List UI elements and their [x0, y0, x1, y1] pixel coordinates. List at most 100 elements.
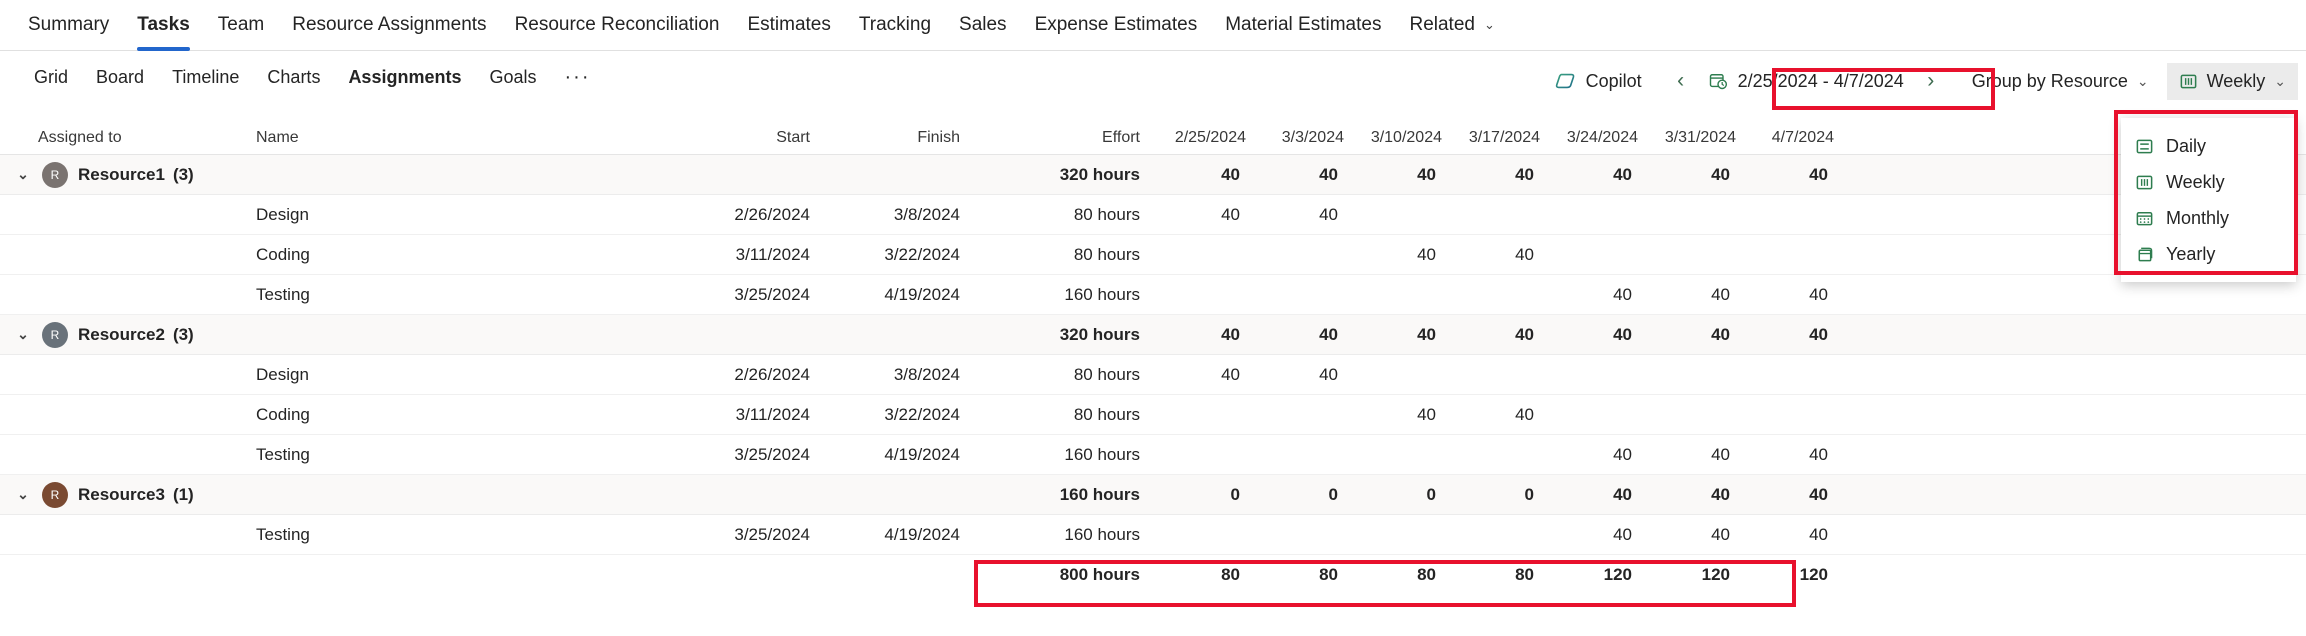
task-row[interactable]: Coding 3/11/2024 3/22/2024 80 hours 40 40	[0, 395, 2306, 435]
resource-name: Resource2	[78, 324, 165, 344]
entity-tab-resource-reconciliation[interactable]: Resource Reconciliation	[501, 0, 734, 51]
grid-header-row: Assigned to Name Start Finish Effort 2/25/202…	[0, 121, 2306, 155]
column-header-start[interactable]: Start	[660, 129, 810, 147]
resource-task-count: (1)	[172, 484, 194, 504]
group-expander-icon[interactable]: ⌄	[12, 486, 34, 503]
task-effort-cell: 160 hours	[1064, 284, 1140, 304]
task-period-cell: 40	[1613, 524, 1632, 544]
resource-group-row[interactable]: ⌄ R Resource2 (3) 320 hours 40 40 40 40 40 40 40	[0, 315, 2306, 355]
resource-name: Resource1	[78, 164, 165, 184]
task-period-cell: 40	[1711, 444, 1730, 464]
task-effort-cell: 80 hours	[1073, 404, 1140, 424]
entity-tab-tasks[interactable]: Tasks	[123, 0, 203, 51]
task-row[interactable]: Coding 3/11/2024 3/22/2024 80 hours 40 40	[0, 235, 2306, 275]
group-period-cell: 40	[1711, 484, 1730, 504]
view-tab-timeline[interactable]: Timeline	[158, 62, 253, 93]
entity-tab-related[interactable]: Related ⌄	[1395, 0, 1508, 51]
group-period-cell: 40	[1221, 324, 1240, 344]
task-row[interactable]: Testing 3/25/2024 4/19/2024 160 hours 40 40 40	[0, 435, 2306, 475]
group-expander-icon[interactable]: ⌄	[12, 326, 34, 343]
view-tab-charts[interactable]: Charts	[253, 62, 334, 93]
resource-group-row[interactable]: ⌄ R Resource3 (1) 160 hours 0 0 0 0 40 40 40	[0, 475, 2306, 515]
scale-menu-item-yearly[interactable]: Yearly	[2121, 236, 2296, 272]
task-row[interactable]: Design 2/26/2024 3/8/2024 80 hours 40 40	[0, 355, 2306, 395]
copilot-button[interactable]: Copilot	[1543, 64, 1654, 98]
group-period-cell: 40	[1613, 484, 1632, 504]
column-header-name[interactable]: Name	[240, 129, 660, 147]
column-header-date[interactable]: 3/31/2024	[1650, 129, 1748, 147]
task-name-cell: Coding	[256, 244, 310, 264]
weekly-scale-icon	[2179, 72, 2198, 91]
view-tabs-overflow-button[interactable]: ···	[551, 61, 605, 94]
entity-tab-sales[interactable]: Sales	[945, 0, 1021, 51]
group-expander-icon[interactable]: ⌄	[12, 166, 34, 183]
entity-tab-estimates[interactable]: Estimates	[733, 0, 844, 51]
avatar: R	[42, 161, 68, 188]
view-tab-grid[interactable]: Grid	[20, 62, 82, 93]
task-name-cell: Design	[256, 364, 309, 384]
scale-menu-item-label: Monthly	[2166, 207, 2230, 228]
group-period-cell: 40	[1809, 324, 1828, 344]
scale-menu-item-weekly[interactable]: Weekly	[2121, 164, 2296, 200]
column-header-date[interactable]: 3/24/2024	[1552, 129, 1650, 147]
entity-tab-team[interactable]: Team	[204, 0, 278, 51]
total-period-cell: 120	[1701, 565, 1730, 584]
task-effort-cell: 80 hours	[1073, 364, 1140, 384]
next-period-button[interactable]: ›	[1916, 64, 1946, 98]
task-row[interactable]: Design 2/26/2024 3/8/2024 80 hours 40 40	[0, 195, 2306, 235]
scale-menu-item-monthly[interactable]: Monthly	[2121, 200, 2296, 236]
task-effort-cell: 160 hours	[1064, 524, 1140, 544]
task-start-cell: 3/25/2024	[734, 524, 810, 544]
entity-tab-material-estimates[interactable]: Material Estimates	[1211, 0, 1395, 51]
previous-period-button[interactable]: ‹	[1666, 64, 1696, 98]
column-header-date[interactable]: 4/7/2024	[1748, 129, 1846, 147]
entity-tab-label: Tracking	[858, 14, 932, 35]
view-tab-board[interactable]: Board	[82, 62, 158, 93]
entity-tab-summary[interactable]: Summary	[14, 0, 123, 51]
task-period-cell: 40	[1613, 284, 1632, 304]
task-finish-cell: 3/8/2024	[893, 204, 960, 224]
column-header-assigned-to[interactable]: Assigned to	[0, 129, 240, 147]
task-name-cell: Coding	[256, 404, 310, 424]
task-start-cell: 2/26/2024	[734, 364, 810, 384]
scale-menu-item-daily[interactable]: Daily	[2121, 128, 2296, 164]
avatar: R	[42, 481, 68, 508]
task-finish-cell: 3/22/2024	[884, 244, 960, 264]
group-by-button[interactable]: Group by Resource ⌄	[1962, 64, 2159, 99]
monthly-scale-icon	[2135, 209, 2154, 228]
view-tab-assignments[interactable]: Assignments	[334, 62, 475, 93]
resource-group-row[interactable]: ⌄ R Resource1 (3) 320 hours 40 40 40 40 40 40 40	[0, 155, 2306, 195]
entity-tab-expense-estimates[interactable]: Expense Estimates	[1021, 0, 1212, 51]
column-header-date[interactable]: 3/10/2024	[1356, 129, 1454, 147]
task-finish-cell: 4/19/2024	[884, 444, 960, 464]
command-bar: Grid Board Timeline Charts Assignments Goals ·…	[0, 51, 2306, 113]
avatar: R	[42, 321, 68, 348]
group-period-cell: 40	[1515, 324, 1534, 344]
entity-tab-label: Estimates	[747, 14, 831, 35]
group-period-cell: 0	[1230, 484, 1240, 504]
entity-tab-resource-assignments[interactable]: Resource Assignments	[278, 0, 500, 51]
column-header-finish[interactable]: Finish	[810, 129, 960, 147]
date-range-button[interactable]: 2/25/2024 - 4/7/2024	[1696, 71, 1916, 92]
column-header-effort[interactable]: Effort	[960, 129, 1160, 147]
task-period-cell: 40	[1221, 204, 1240, 224]
group-period-cell: 0	[1426, 484, 1436, 504]
column-header-date[interactable]: 2/25/2024	[1160, 129, 1258, 147]
chevron-down-icon: ⌄	[1483, 17, 1495, 32]
view-tab-list: Grid Board Timeline Charts Assignments Goals ·…	[20, 61, 604, 94]
task-row[interactable]: Testing 3/25/2024 4/19/2024 160 hours 40 40 40	[0, 275, 2306, 315]
calendar-clock-icon	[1708, 71, 1728, 91]
task-name-cell: Design	[256, 204, 309, 224]
task-period-cell: 40	[1515, 244, 1534, 264]
task-period-cell: 40	[1809, 284, 1828, 304]
entity-tab-tracking[interactable]: Tracking	[845, 0, 945, 51]
total-period-cell: 80	[1319, 565, 1338, 584]
column-header-date[interactable]: 3/3/2024	[1258, 129, 1356, 147]
weekly-scale-icon	[2135, 173, 2154, 192]
entity-tab-label: Resource Assignments	[292, 14, 487, 35]
task-row[interactable]: Testing 3/25/2024 4/19/2024 160 hours 40 40 40	[0, 515, 2306, 555]
task-start-cell: 3/25/2024	[734, 284, 810, 304]
time-scale-button[interactable]: Weekly ⌄	[2166, 62, 2298, 100]
column-header-date[interactable]: 3/17/2024	[1454, 129, 1552, 147]
view-tab-goals[interactable]: Goals	[475, 62, 550, 93]
